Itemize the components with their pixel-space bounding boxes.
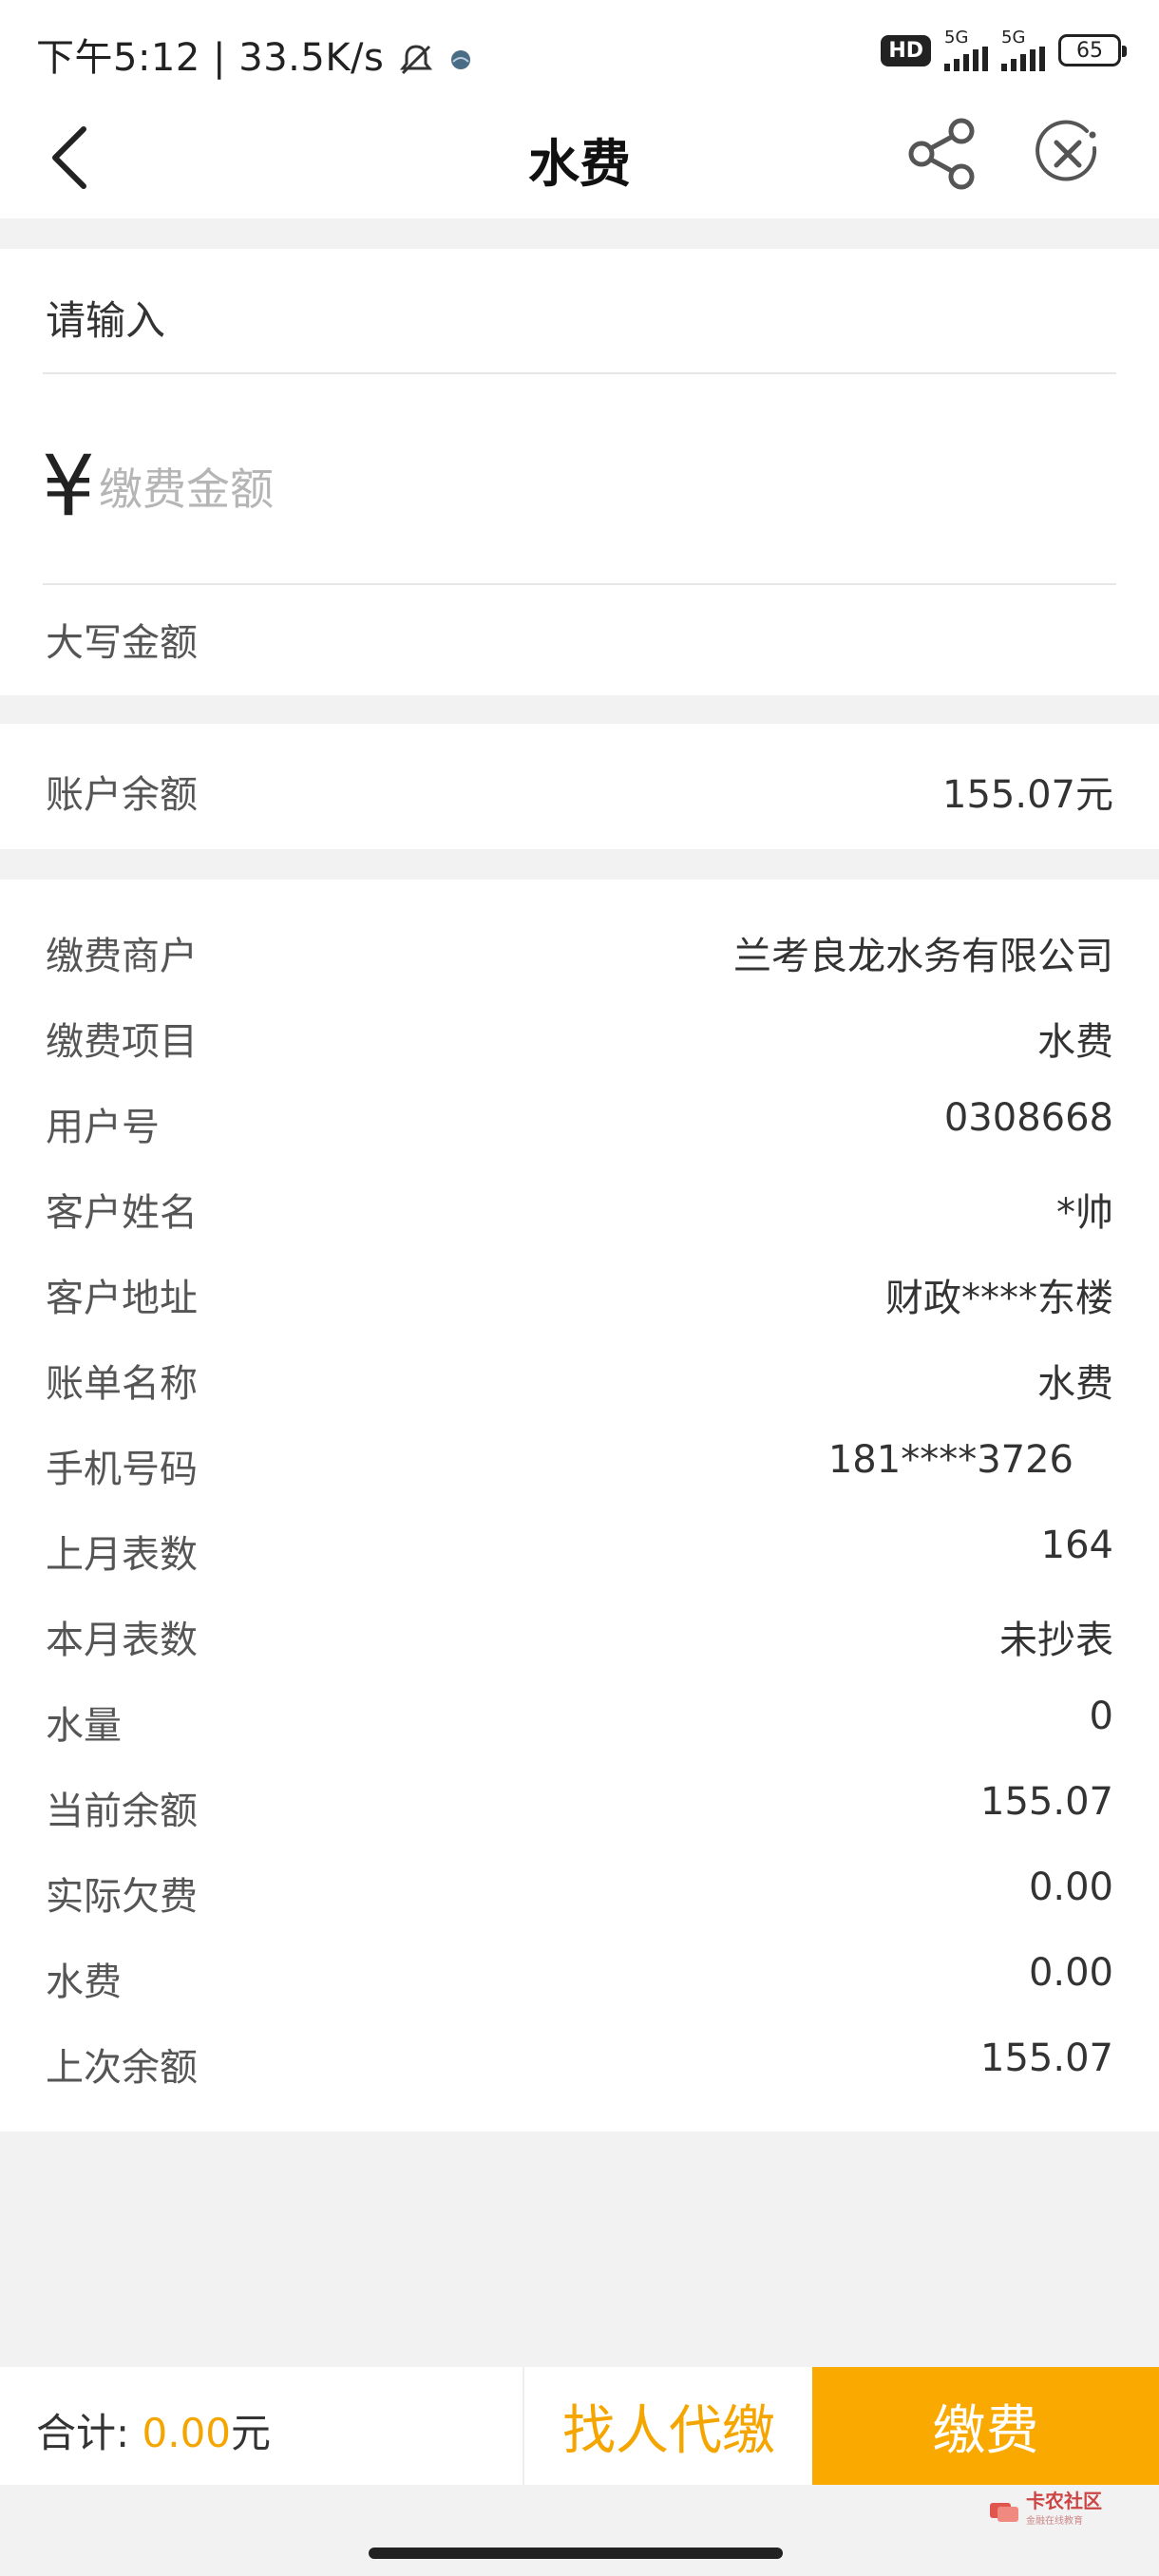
status-bar: 下午5:12 | 33.5K/s HD 5G 5G 65: [0, 0, 1159, 95]
detail-label: 上月表数: [46, 1533, 198, 1577]
app-notification-icon: [447, 36, 474, 80]
pay-button[interactable]: 缴费: [812, 2367, 1159, 2485]
detail-label: 缴费商户: [46, 935, 198, 978]
signal-icon: 5G: [944, 29, 988, 71]
detail-label: 缴费项目: [46, 1020, 198, 1064]
detail-value: 水费: [1037, 1020, 1113, 1064]
close-circle-icon: [1036, 120, 1097, 181]
nav-bar: 水费: [0, 95, 1159, 218]
amount-input-row[interactable]: ¥ 缴费金额: [42, 439, 1115, 534]
detail-label: 手机号码: [46, 1448, 198, 1491]
detail-label: 水费: [46, 1960, 122, 2004]
signal-icon-2: 5G: [1001, 29, 1045, 71]
amount-input-card: 请输入 ¥ 缴费金额 大写金额: [0, 249, 1159, 695]
divider: [43, 372, 1116, 374]
detail-value: 0.00: [1028, 1866, 1113, 1909]
detail-label: 上次余额: [46, 2046, 198, 2090]
detail-label: 账单名称: [46, 1362, 198, 1406]
watermark-text: 卡农社区: [1026, 2490, 1102, 2512]
amount-input[interactable]: 缴费金额: [99, 455, 274, 518]
home-indicator[interactable]: [369, 2548, 783, 2559]
battery-icon: 65: [1058, 34, 1127, 66]
find-agent-pay-button[interactable]: 找人代缴: [522, 2367, 813, 2485]
total: 合计: 0.00元: [36, 2401, 271, 2459]
detail-value: 兰考良龙水务有限公司: [733, 935, 1113, 978]
page-title: 水费: [528, 134, 631, 194]
input-prompt: 请输入: [46, 297, 166, 344]
detail-label: 客户姓名: [46, 1191, 198, 1235]
detail-value: 0: [1089, 1695, 1113, 1738]
mute-bell-icon: [397, 36, 447, 80]
watermark-subtext: 金融在线教育: [1026, 2516, 1083, 2527]
detail-label: 客户地址: [46, 1277, 198, 1320]
bill-details-card: 缴费商户 兰考良龙水务有限公司 缴费项目 水费 用户号 0308668 客户姓名 *帅 客户地址…: [0, 880, 1159, 2131]
balance-value: 155.07元: [942, 773, 1113, 817]
detail-value: *帅: [1056, 1191, 1113, 1235]
detail-value: 164: [1040, 1524, 1113, 1567]
detail-value: 未抄表: [999, 1619, 1113, 1662]
detail-label: 当前余额: [46, 1790, 198, 1833]
share-button[interactable]: [902, 114, 982, 194]
detail-value: 财政****东楼: [885, 1277, 1113, 1320]
watermark: 卡农社区 金融在线教育: [988, 2491, 1102, 2532]
detail-value: 0.00: [1028, 1951, 1113, 1995]
uppercase-amount-label: 大写金额: [46, 621, 198, 665]
bottom-bar: 合计: 0.00元 找人代缴 缴费: [0, 2367, 1159, 2485]
balance-label: 账户余额: [46, 773, 198, 817]
detail-label: 实际欠费: [46, 1875, 198, 1919]
divider: [43, 583, 1116, 585]
network-speed: 33.5K/s: [238, 36, 385, 80]
balance-card: 账户余额 155.07元: [0, 724, 1159, 849]
status-time: 下午5:12: [36, 36, 200, 80]
status-left: 下午5:12 | 33.5K/s: [36, 27, 474, 82]
detail-label: 用户号: [46, 1106, 160, 1149]
currency-symbol: ¥: [42, 437, 95, 535]
detail-value: 155.07: [980, 1780, 1113, 1824]
total-amount: 0.00: [142, 2410, 232, 2456]
close-button[interactable]: [1028, 114, 1108, 194]
detail-label: 本月表数: [46, 1619, 198, 1662]
detail-value: 155.07: [980, 2036, 1113, 2080]
card-logo-icon: [990, 2503, 1018, 2522]
status-right: HD 5G 5G 65: [881, 27, 1127, 74]
detail-value: 水费: [1037, 1362, 1113, 1406]
total-label: 合计:: [36, 2410, 130, 2456]
detail-value: 181****3726: [827, 1438, 1074, 1482]
hd-badge: HD: [881, 34, 931, 66]
total-unit: 元: [231, 2410, 272, 2456]
share-icon: [908, 118, 975, 190]
detail-value: 0308668: [943, 1096, 1113, 1140]
detail-label: 水量: [46, 1704, 122, 1748]
